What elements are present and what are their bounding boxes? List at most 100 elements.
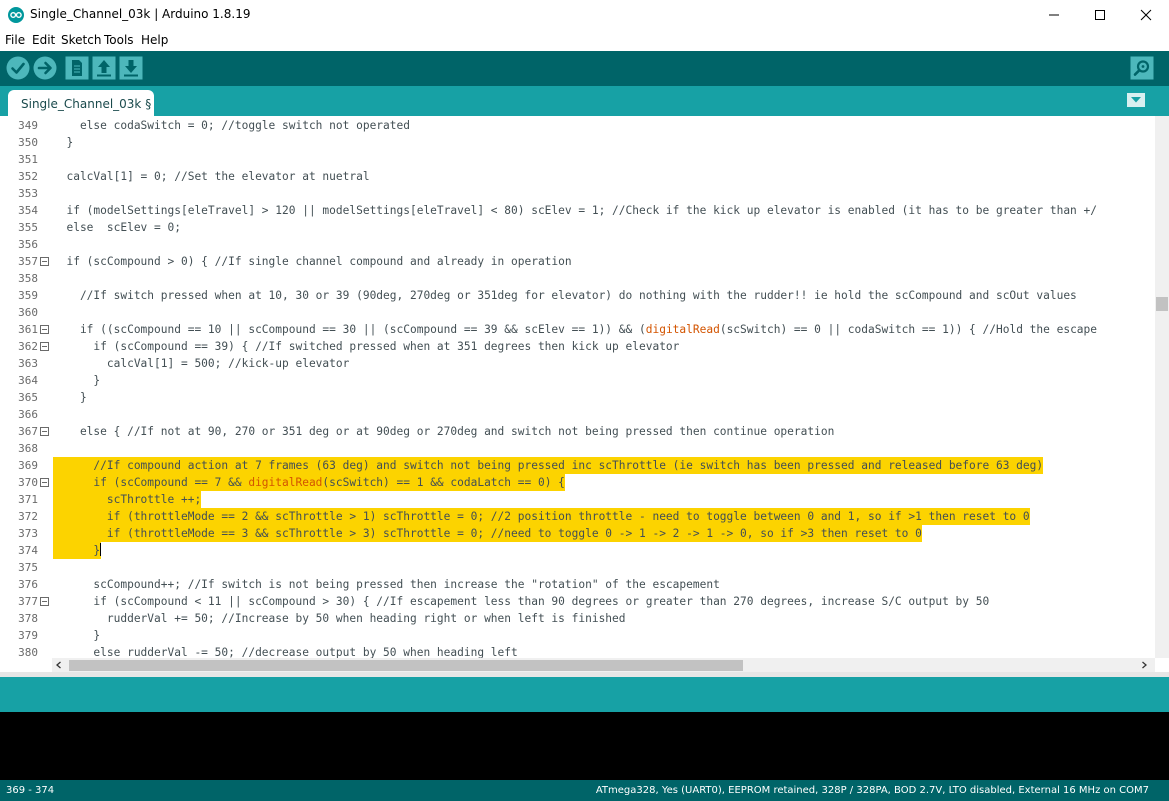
vertical-scroll-thumb[interactable]: [1156, 297, 1168, 311]
menu-help[interactable]: Help: [141, 33, 168, 47]
code-text: if (scCompound > 0) { //If single channe…: [53, 255, 572, 268]
code-text: calcVal[1] = 0; //Set the elevator at nu…: [53, 170, 370, 183]
code-text: if (throttleMode == 3 && scThrottle > 3)…: [53, 525, 922, 542]
toolbar: [0, 51, 1169, 86]
code-line[interactable]: 358: [0, 270, 1155, 287]
menu-tools[interactable]: Tools: [104, 33, 134, 47]
code-text: }: [53, 542, 102, 559]
line-number: 366: [18, 408, 38, 421]
line-number: 377: [18, 595, 38, 608]
code-line[interactable]: 356: [0, 236, 1155, 253]
code-line[interactable]: 370 if (scCompound == 7 && digitalRead(s…: [0, 474, 1155, 491]
code-line[interactable]: 377 if (scCompound < 11 || scCompound > …: [0, 593, 1155, 610]
code-text: if (scCompound < 11 || scCompound > 30) …: [53, 595, 990, 608]
code-line[interactable]: 366: [0, 406, 1155, 423]
code-line[interactable]: 355 else scElev = 0;: [0, 219, 1155, 236]
line-number: 356: [18, 238, 38, 251]
code-line[interactable]: 364 }: [0, 372, 1155, 389]
code-line[interactable]: 380 else rudderVal -= 50; //decrease out…: [0, 644, 1155, 658]
fold-toggle-icon[interactable]: [40, 342, 49, 351]
code-line[interactable]: 373 if (throttleMode == 3 && scThrottle …: [0, 525, 1155, 542]
fold-toggle-icon[interactable]: [40, 257, 49, 266]
line-number: 375: [18, 561, 38, 574]
code-text: else rudderVal -= 50; //decrease output …: [53, 646, 518, 658]
code-line[interactable]: 353: [0, 185, 1155, 202]
window-title: Single_Channel_03k | Arduino 1.8.19: [30, 7, 251, 21]
close-button[interactable]: [1123, 0, 1169, 30]
code-text: if ((scCompound == 10 || scCompound == 3…: [53, 323, 1098, 336]
verify-button[interactable]: [6, 56, 30, 80]
line-number: 351: [18, 153, 38, 166]
code-line[interactable]: 350 }: [0, 134, 1155, 151]
horizontal-scroll-thumb[interactable]: [69, 660, 743, 671]
vertical-scrollbar[interactable]: [1155, 116, 1169, 658]
fold-toggle-icon[interactable]: [40, 478, 49, 487]
console-output[interactable]: [0, 712, 1169, 780]
code-line[interactable]: 369 //If compound action at 7 frames (63…: [0, 457, 1155, 474]
code-line[interactable]: 371 scThrottle ++;: [0, 491, 1155, 508]
line-number: 367: [18, 425, 38, 438]
code-line[interactable]: 352 calcVal[1] = 0; //Set the elevator a…: [0, 168, 1155, 185]
code-text: if (modelSettings[eleTravel] > 120 || mo…: [53, 204, 1097, 217]
fold-toggle-icon[interactable]: [40, 325, 49, 334]
code-text: //If switch pressed when at 10, 30 or 39…: [53, 289, 1077, 302]
code-text: }: [53, 629, 101, 642]
scroll-left-icon[interactable]: [55, 661, 63, 669]
code-line[interactable]: 357 if (scCompound > 0) { //If single ch…: [0, 253, 1155, 270]
message-area: [0, 677, 1169, 712]
horizontal-scrollbar[interactable]: [52, 658, 1155, 672]
code-line[interactable]: 378 rudderVal += 50; //Increase by 50 wh…: [0, 610, 1155, 627]
code-line[interactable]: 368: [0, 440, 1155, 457]
save-button[interactable]: [119, 56, 143, 80]
line-number: 354: [18, 204, 38, 217]
tab-sketch[interactable]: Single_Channel_03k §: [8, 90, 154, 116]
code-text: scThrottle ++;: [53, 491, 202, 508]
code-line[interactable]: 379 }: [0, 627, 1155, 644]
selected-lines-indicator: 369 - 374: [6, 785, 55, 796]
code-line[interactable]: 374 }: [0, 542, 1155, 559]
fold-toggle-icon[interactable]: [40, 597, 49, 606]
menu-file[interactable]: File: [5, 33, 25, 47]
minimize-button[interactable]: [1031, 0, 1077, 30]
code-text: rudderVal += 50; //Increase by 50 when h…: [53, 612, 626, 625]
fold-toggle-icon[interactable]: [40, 427, 49, 436]
serial-monitor-button[interactable]: [1130, 56, 1154, 80]
code-line[interactable]: 354 if (modelSettings[eleTravel] > 120 |…: [0, 202, 1155, 219]
code-line[interactable]: 372 if (throttleMode == 2 && scThrottle …: [0, 508, 1155, 525]
code-line[interactable]: 367 else { //If not at 90, 270 or 351 de…: [0, 423, 1155, 440]
menu-sketch[interactable]: Sketch: [61, 33, 101, 47]
code-line[interactable]: 351: [0, 151, 1155, 168]
scroll-right-icon[interactable]: [1140, 661, 1148, 669]
tab-menu-button[interactable]: [1127, 93, 1145, 107]
code-editor[interactable]: 349 else codaSwitch = 0; //toggle switch…: [0, 116, 1169, 658]
line-number: 365: [18, 391, 38, 404]
code-line[interactable]: 349 else codaSwitch = 0; //toggle switch…: [0, 117, 1155, 134]
menu-edit[interactable]: Edit: [32, 33, 55, 47]
tab-bar: Single_Channel_03k §: [0, 86, 1169, 116]
new-sketch-button[interactable]: [65, 56, 89, 80]
maximize-button[interactable]: [1077, 0, 1123, 30]
upload-button[interactable]: [33, 56, 57, 80]
code-line[interactable]: 363 calcVal[1] = 500; //kick-up elevator: [0, 355, 1155, 372]
line-number: 378: [18, 612, 38, 625]
code-text: }: [53, 391, 87, 404]
code-lines[interactable]: 349 else codaSwitch = 0; //toggle switch…: [0, 116, 1155, 658]
code-text: else scElev = 0;: [53, 221, 181, 234]
code-line[interactable]: 375: [0, 559, 1155, 576]
open-button[interactable]: [92, 56, 116, 80]
code-text: if (throttleMode == 2 && scThrottle > 1)…: [53, 508, 1030, 525]
code-text: calcVal[1] = 500; //kick-up elevator: [53, 357, 350, 370]
menu-bar: File Edit Sketch Tools Help: [0, 30, 1169, 50]
line-number: 376: [18, 578, 38, 591]
line-number: 370: [18, 476, 38, 489]
line-number: 371: [18, 493, 38, 506]
code-line[interactable]: 365 }: [0, 389, 1155, 406]
line-number: 355: [18, 221, 38, 234]
code-line[interactable]: 361 if ((scCompound == 10 || scCompound …: [0, 321, 1155, 338]
code-line[interactable]: 362 if (scCompound == 39) { //If switche…: [0, 338, 1155, 355]
code-line[interactable]: 360: [0, 304, 1155, 321]
code-line[interactable]: 376 scCompound++; //If switch is not bei…: [0, 576, 1155, 593]
line-number: 360: [18, 306, 38, 319]
arduino-logo-icon: [8, 7, 24, 23]
code-line[interactable]: 359 //If switch pressed when at 10, 30 o…: [0, 287, 1155, 304]
